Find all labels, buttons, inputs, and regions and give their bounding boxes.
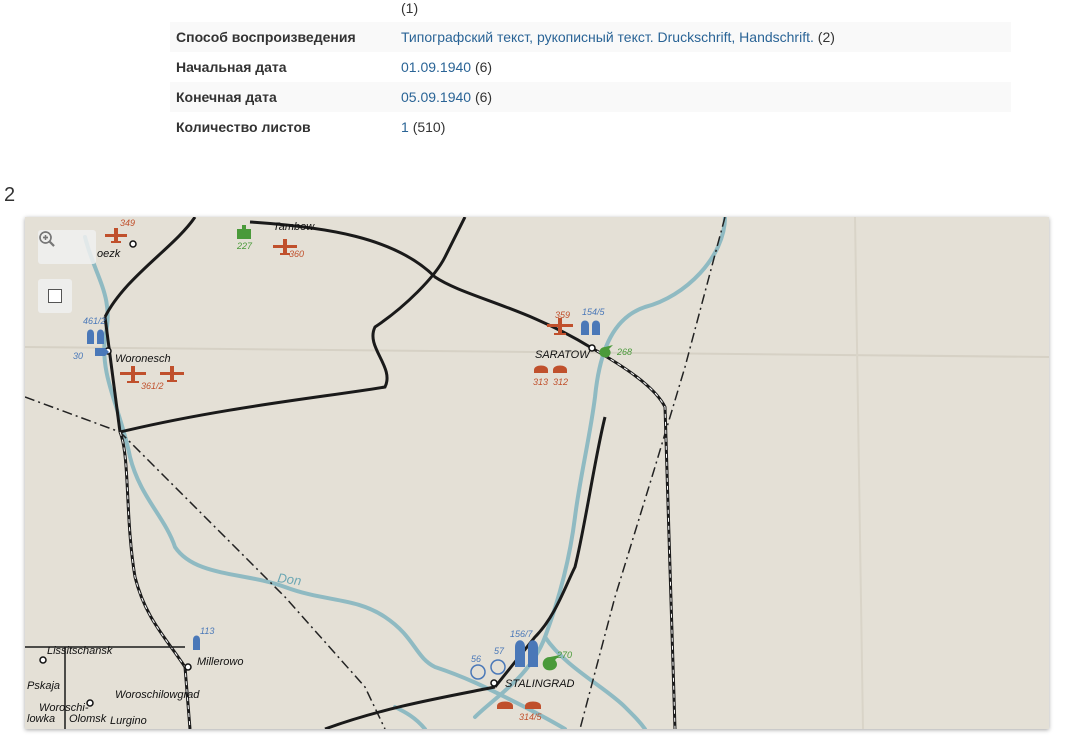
- city-dot: [490, 679, 498, 687]
- city-label-lowka: lowka: [27, 713, 55, 725]
- city-label-millerowo: Millerowo: [197, 656, 243, 668]
- city-label-tambow: Tambow: [273, 221, 315, 233]
- metadata-count: (6): [474, 89, 493, 105]
- unit-label: 270: [556, 650, 572, 660]
- metadata-value: 05.09.1940 (6): [395, 82, 1011, 112]
- fullscreen-button[interactable]: [38, 279, 72, 313]
- metadata-value: 1 (510): [395, 112, 1011, 142]
- metadata-row: Способ воспроизведения Типографский текс…: [170, 22, 1011, 52]
- unit-label: 461/2: [83, 316, 106, 326]
- metadata-link[interactable]: 05.09.1940: [401, 89, 471, 105]
- metadata-link[interactable]: 1: [401, 119, 409, 135]
- infantry-icon: [528, 640, 538, 667]
- city-label-lurgino: Lurgino: [110, 715, 147, 727]
- metadata-link[interactable]: Типографский текст, рукописный текст. Dr…: [401, 29, 814, 45]
- city-label-oezk: oezk: [97, 248, 121, 260]
- section-number: 2: [4, 184, 16, 206]
- metadata-label: Конечная дата: [170, 82, 395, 112]
- unit-label: 227: [236, 241, 253, 251]
- metadata-row: Начальная дата 01.09.1940 (6): [170, 52, 1011, 82]
- city-dot: [184, 663, 192, 671]
- unit-label: 154/5: [582, 307, 606, 317]
- city-dot: [588, 344, 596, 352]
- city-dot: [129, 240, 137, 248]
- infantry-icon: [592, 320, 600, 335]
- metadata-label: Количество листов: [176, 119, 311, 135]
- unit-label: 57: [494, 646, 505, 656]
- unit-label: 30: [73, 351, 83, 361]
- previous-row-count: (1): [401, 0, 419, 16]
- city-label-saratow: SARATOW: [535, 349, 591, 361]
- zoom-in-icon: [39, 231, 55, 247]
- metadata-label: Начальная дата: [176, 59, 287, 75]
- unit-label: 360: [289, 249, 304, 259]
- city-label-stalingrad: STALINGRAD: [505, 678, 575, 690]
- zoom-controls: [38, 230, 96, 264]
- unit-label: 156/7: [510, 629, 534, 639]
- map-viewer[interactable]: Tambow Woronesch SARATOW STALINGRAD Mill…: [25, 217, 1049, 729]
- city-label-olomsk: Olomsk: [69, 713, 107, 725]
- zoom-in-button[interactable]: [39, 231, 94, 259]
- unit-label: 113: [200, 626, 214, 636]
- unit-label: 314/5: [519, 712, 543, 722]
- city-label-pskaja: Pskaja: [27, 680, 60, 692]
- metadata-count: (2): [817, 29, 835, 45]
- metadata-value: Типографский текст, рукописный текст. Dr…: [395, 22, 1011, 52]
- metadata-link[interactable]: 01.09.1940: [401, 59, 471, 75]
- unit-label: 268: [616, 347, 632, 357]
- unit-label: 313: [533, 377, 548, 387]
- infantry-icon: [515, 640, 525, 667]
- city-label-lissitschansk: Lissitschansk: [47, 645, 113, 657]
- city-dot: [39, 656, 47, 664]
- metadata-label: Способ воспроизведения: [170, 22, 395, 52]
- metadata-count: (6): [474, 59, 493, 75]
- infantry-icon: [193, 635, 200, 650]
- metadata-row: Количество листов 1 (510): [170, 112, 1011, 142]
- unit-label: 359: [555, 310, 570, 320]
- unit-label: 312: [553, 377, 568, 387]
- infantry-icon: [87, 329, 94, 344]
- city-label-woronesch: Woronesch: [115, 353, 171, 365]
- map-image[interactable]: Tambow Woronesch SARATOW STALINGRAD Mill…: [25, 217, 1049, 729]
- unit-label: 361/2: [141, 381, 164, 391]
- metadata-value: 01.09.1940 (6): [395, 52, 1011, 82]
- metadata-row: Конечная дата 05.09.1940 (6): [170, 82, 1011, 112]
- infantry-icon: [581, 320, 589, 335]
- metadata-table: Способ воспроизведения Типографский текс…: [170, 22, 1011, 142]
- infantry-icon: [97, 329, 104, 344]
- city-label-woroschilowgrad: Woroschilowgrad: [115, 689, 200, 701]
- unit-label: 349: [120, 218, 135, 228]
- metadata-count: (510): [412, 119, 446, 135]
- fullscreen-icon: [48, 289, 62, 303]
- unit-label: 56: [471, 654, 481, 664]
